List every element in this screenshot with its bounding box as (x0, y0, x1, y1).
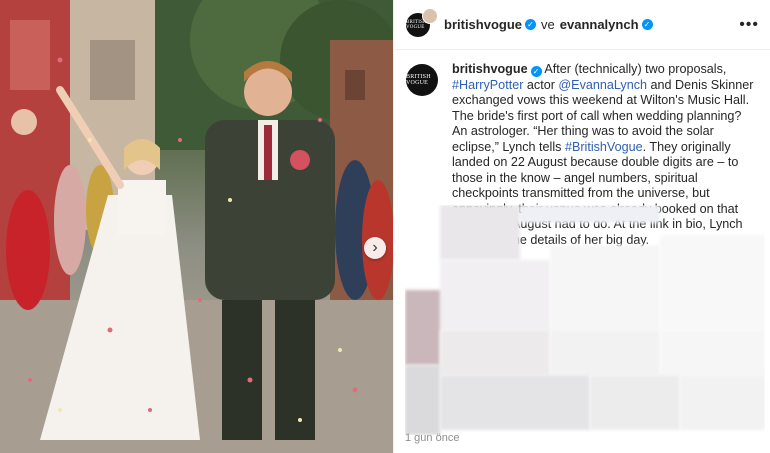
author-username[interactable]: britishvogue (444, 17, 522, 32)
caption-username[interactable]: britishvogue (452, 62, 528, 76)
author-avatar[interactable]: BRITISH VOGUE (406, 7, 438, 37)
blurred-comments (405, 205, 765, 435)
caption-segment: After (technically) two proposals, (541, 62, 727, 76)
hashtag-link[interactable]: #HarryPotter (452, 78, 523, 92)
verified-badge-icon: ✓ (525, 19, 537, 30)
verified-badge-icon: ✓ (641, 19, 653, 30)
collaborator-username[interactable]: evannalynch (560, 17, 639, 32)
collab-connector: ve (541, 17, 555, 32)
more-options-button[interactable]: ••• (739, 16, 759, 34)
hashtag-link[interactable]: #BritishVogue (565, 140, 643, 154)
verified-badge-icon: ✓ (530, 66, 542, 78)
caption-segment: actor (523, 77, 559, 92)
carousel-next-button[interactable]: › (364, 237, 386, 259)
wedding-photo-illustration (0, 0, 393, 453)
post-timestamp: 1 gun önce (405, 432, 460, 444)
caption-avatar[interactable]: BRITISH VOGUE (406, 64, 438, 96)
post-photo: › (0, 0, 393, 453)
mention-link[interactable]: @EvannaLynch (558, 78, 647, 92)
post-header: BRITISH VOGUE britishvogue ✓ ve evannaly… (394, 0, 770, 50)
